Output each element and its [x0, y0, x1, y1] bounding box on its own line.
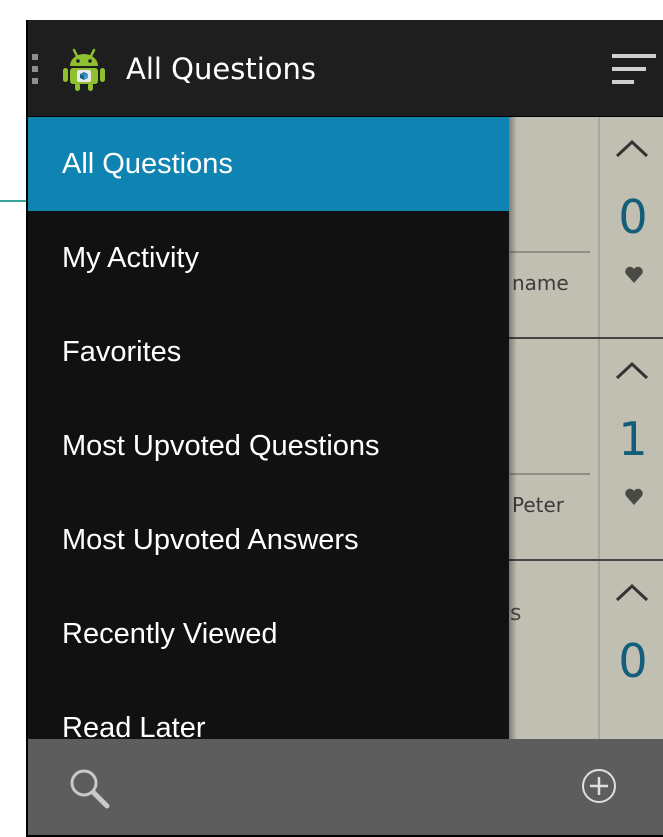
action-bar: All Questions: [28, 20, 663, 117]
question-author: Peter: [512, 493, 565, 517]
question-author: name: [512, 271, 569, 295]
heart-icon[interactable]: [624, 487, 644, 507]
add-circle-icon[interactable]: [580, 767, 618, 805]
upvote-icon[interactable]: [614, 581, 650, 603]
search-icon[interactable]: [66, 765, 112, 811]
drawer-item-most-upvoted-questions[interactable]: Most Upvoted Questions: [28, 399, 509, 493]
upvote-icon[interactable]: [614, 137, 650, 159]
bottom-action-bar: [28, 739, 663, 835]
drawer-shadow: [509, 117, 517, 739]
sort-icon[interactable]: [612, 54, 656, 86]
drawer-item-recently-viewed[interactable]: Recently Viewed: [28, 587, 509, 681]
vote-count: 0: [618, 634, 648, 688]
drawer-item-all-questions[interactable]: All Questions: [28, 117, 509, 211]
drawer-item-my-activity[interactable]: My Activity: [28, 211, 509, 305]
action-bar-title: All Questions: [126, 52, 316, 86]
vote-count: 1: [618, 412, 648, 466]
upvote-icon[interactable]: [614, 359, 650, 381]
drawer-indicator-icon[interactable]: [32, 54, 38, 84]
app-screen: All Questions 0 name 1 Peter 0 All Quest…: [26, 20, 663, 837]
navigation-drawer: All Questions My Activity Favorites Most…: [28, 117, 509, 739]
drawer-item-read-later[interactable]: Read Later: [28, 681, 509, 739]
drawer-item-favorites[interactable]: Favorites: [28, 305, 509, 399]
drawer-item-most-upvoted-answers[interactable]: Most Upvoted Answers: [28, 493, 509, 587]
heart-icon[interactable]: [624, 265, 644, 285]
vote-count: 0: [618, 190, 648, 244]
android-logo-icon[interactable]: [62, 46, 106, 92]
